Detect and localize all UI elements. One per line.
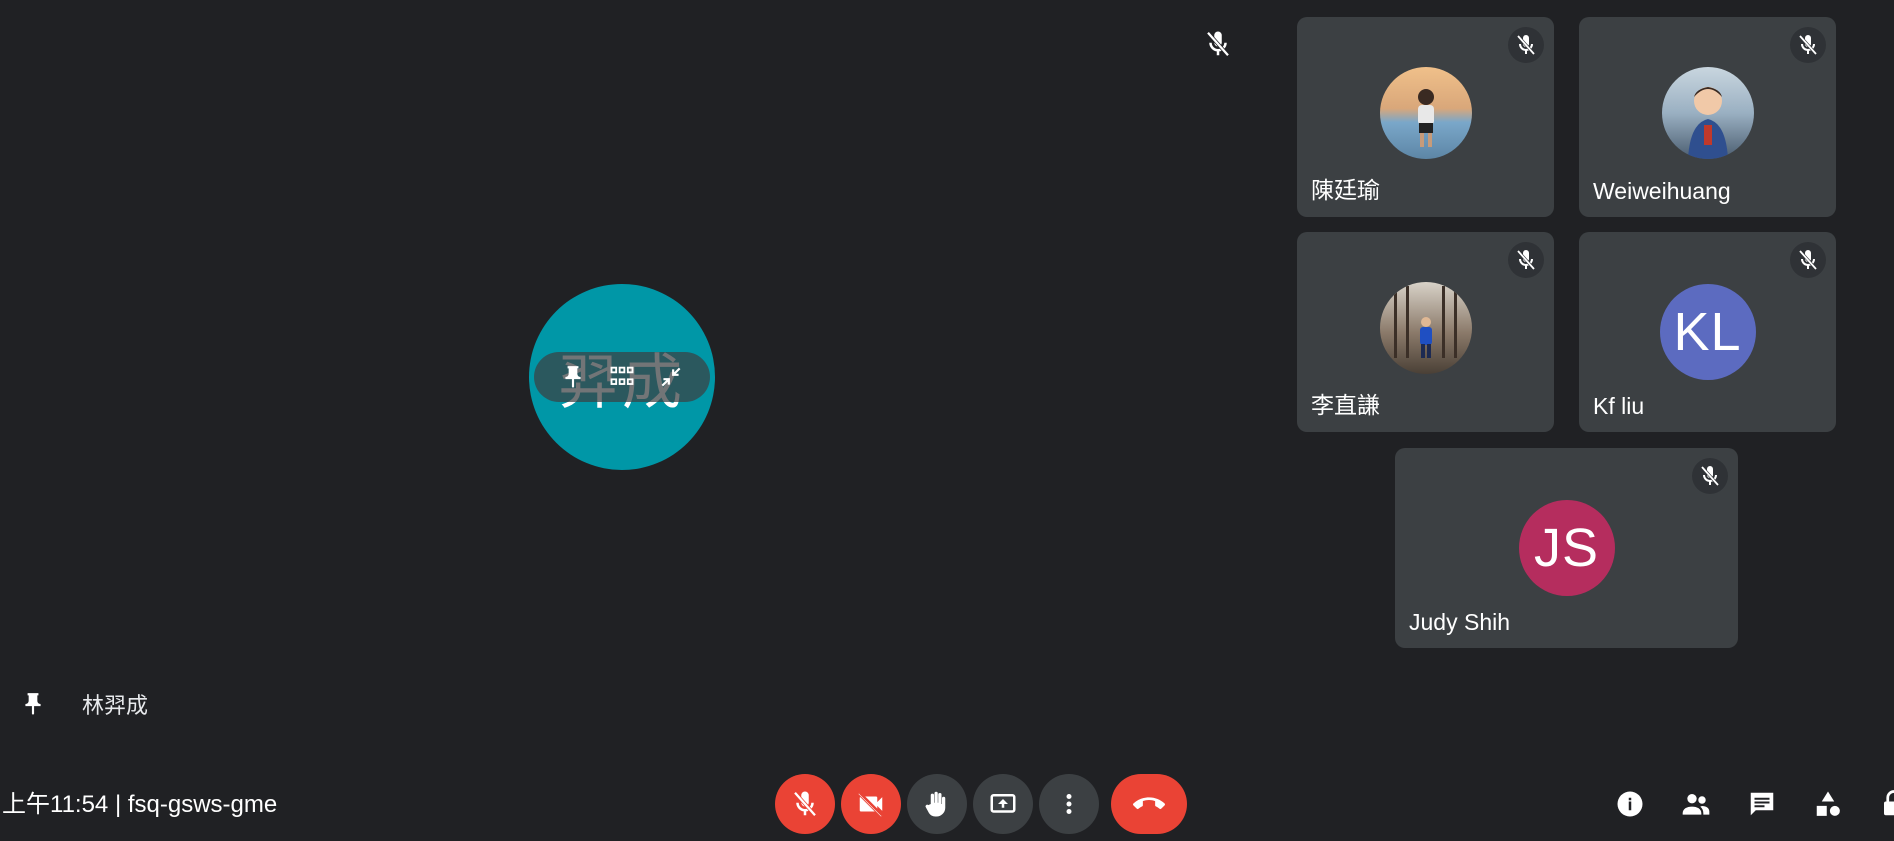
participant-tile[interactable]: 陳廷瑜 bbox=[1297, 17, 1554, 217]
participant-initials: KL bbox=[1673, 302, 1742, 362]
chat-icon bbox=[1750, 792, 1774, 816]
mic-off-icon bbox=[793, 791, 817, 817]
meeting-details-button[interactable] bbox=[1600, 774, 1660, 834]
participant-photo-avatar bbox=[1661, 67, 1754, 159]
participant-tile[interactable]: 李直謙 bbox=[1297, 232, 1554, 432]
mic-off-icon bbox=[1200, 26, 1236, 62]
participant-tile[interactable]: Weiweihuang bbox=[1579, 17, 1836, 217]
toggle-mic-button[interactable] bbox=[775, 774, 835, 834]
grid-layout-icon[interactable] bbox=[605, 360, 639, 394]
meeting-code: fsq-gsws-gme bbox=[127, 791, 278, 818]
participant-initials-avatar: KL bbox=[1659, 284, 1756, 380]
pinned-participant-name: 林羿成 bbox=[82, 694, 149, 719]
call-end-icon bbox=[1133, 797, 1165, 810]
host-controls-icon bbox=[1884, 790, 1894, 816]
participant-photo-avatar bbox=[1379, 67, 1472, 159]
participant-tile[interactable]: KL Kf liu bbox=[1579, 232, 1836, 432]
mic-off-icon bbox=[1790, 242, 1826, 278]
show-everyone-button[interactable] bbox=[1666, 774, 1726, 834]
toggle-camera-button[interactable] bbox=[841, 774, 901, 834]
activities-button[interactable] bbox=[1798, 774, 1858, 834]
meet-window: 羿成 bbox=[0, 0, 1894, 841]
meeting-details: 上午11:54 | fsq-gsws-gme bbox=[2, 784, 277, 819]
participant-name: 陳廷瑜 bbox=[1311, 177, 1380, 203]
mic-off-icon bbox=[1508, 242, 1544, 278]
videocam-off-icon bbox=[858, 791, 884, 817]
mic-off-icon bbox=[1790, 27, 1826, 63]
participant-name: Kf liu bbox=[1593, 393, 1645, 419]
host-controls-button[interactable] bbox=[1864, 774, 1894, 834]
info-icon bbox=[1617, 791, 1643, 817]
present-screen-button[interactable] bbox=[973, 774, 1033, 834]
mic-off-icon bbox=[1692, 458, 1728, 494]
more-options-button[interactable] bbox=[1039, 774, 1099, 834]
raise-hand-button[interactable] bbox=[907, 774, 967, 834]
activities-icon bbox=[1816, 791, 1840, 816]
call-controls bbox=[775, 774, 1193, 834]
participant-photo-avatar bbox=[1379, 282, 1472, 374]
pinned-participant-label: 林羿成 bbox=[18, 686, 148, 722]
participant-initials-avatar: JS bbox=[1518, 500, 1615, 596]
raise-hand-icon bbox=[925, 791, 946, 817]
participant-name: Weiweihuang bbox=[1593, 178, 1731, 204]
tile-hover-controls bbox=[534, 352, 710, 402]
participant-initials: JS bbox=[1533, 518, 1600, 578]
present-screen-icon bbox=[990, 794, 1016, 813]
collapse-icon[interactable] bbox=[654, 360, 688, 394]
more-vert-icon bbox=[1066, 794, 1072, 814]
mic-off-icon bbox=[1508, 27, 1544, 63]
main-speaker-area[interactable]: 羿成 bbox=[0, 0, 1280, 760]
people-icon bbox=[1682, 794, 1710, 815]
end-call-button[interactable] bbox=[1111, 774, 1187, 834]
pin-icon bbox=[18, 686, 48, 722]
side-panel-icons bbox=[1600, 774, 1894, 834]
meeting-time: 上午11:54 bbox=[2, 791, 109, 818]
participant-tile[interactable]: JS Judy Shih bbox=[1395, 448, 1738, 648]
participant-name: Judy Shih bbox=[1409, 609, 1511, 635]
meeting-separator: | bbox=[114, 791, 122, 818]
chat-button[interactable] bbox=[1732, 774, 1792, 834]
participant-name: 李直謙 bbox=[1311, 392, 1380, 418]
pin-icon[interactable] bbox=[556, 360, 590, 394]
